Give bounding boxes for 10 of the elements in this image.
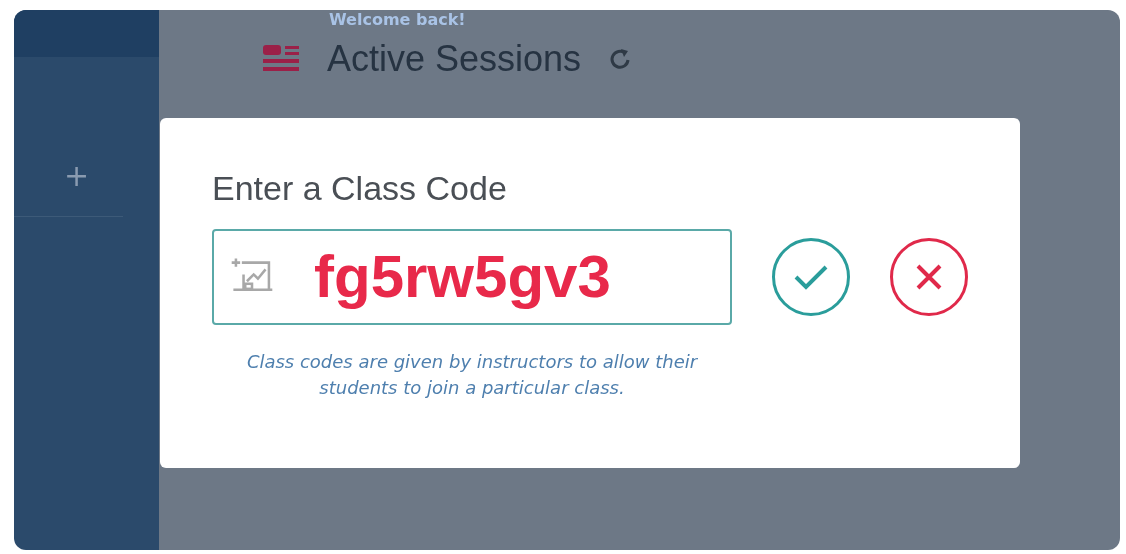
dialog-title: Enter a Class Code <box>212 168 508 209</box>
close-icon <box>915 262 943 291</box>
page-title: Active Sessions <box>327 37 582 81</box>
refresh-icon[interactable] <box>609 47 632 71</box>
code-input-field[interactable]: fg5rw5gv3 <box>212 228 732 325</box>
add-button[interactable]: + <box>64 161 88 191</box>
greeting-text: Welcome back! <box>329 10 466 31</box>
hint-text: Class codes are given by instructors to allow their students to join a particular class. <box>245 349 699 400</box>
code-input[interactable]: fg5rw5gv3 <box>314 231 714 322</box>
session-icon <box>263 45 299 73</box>
